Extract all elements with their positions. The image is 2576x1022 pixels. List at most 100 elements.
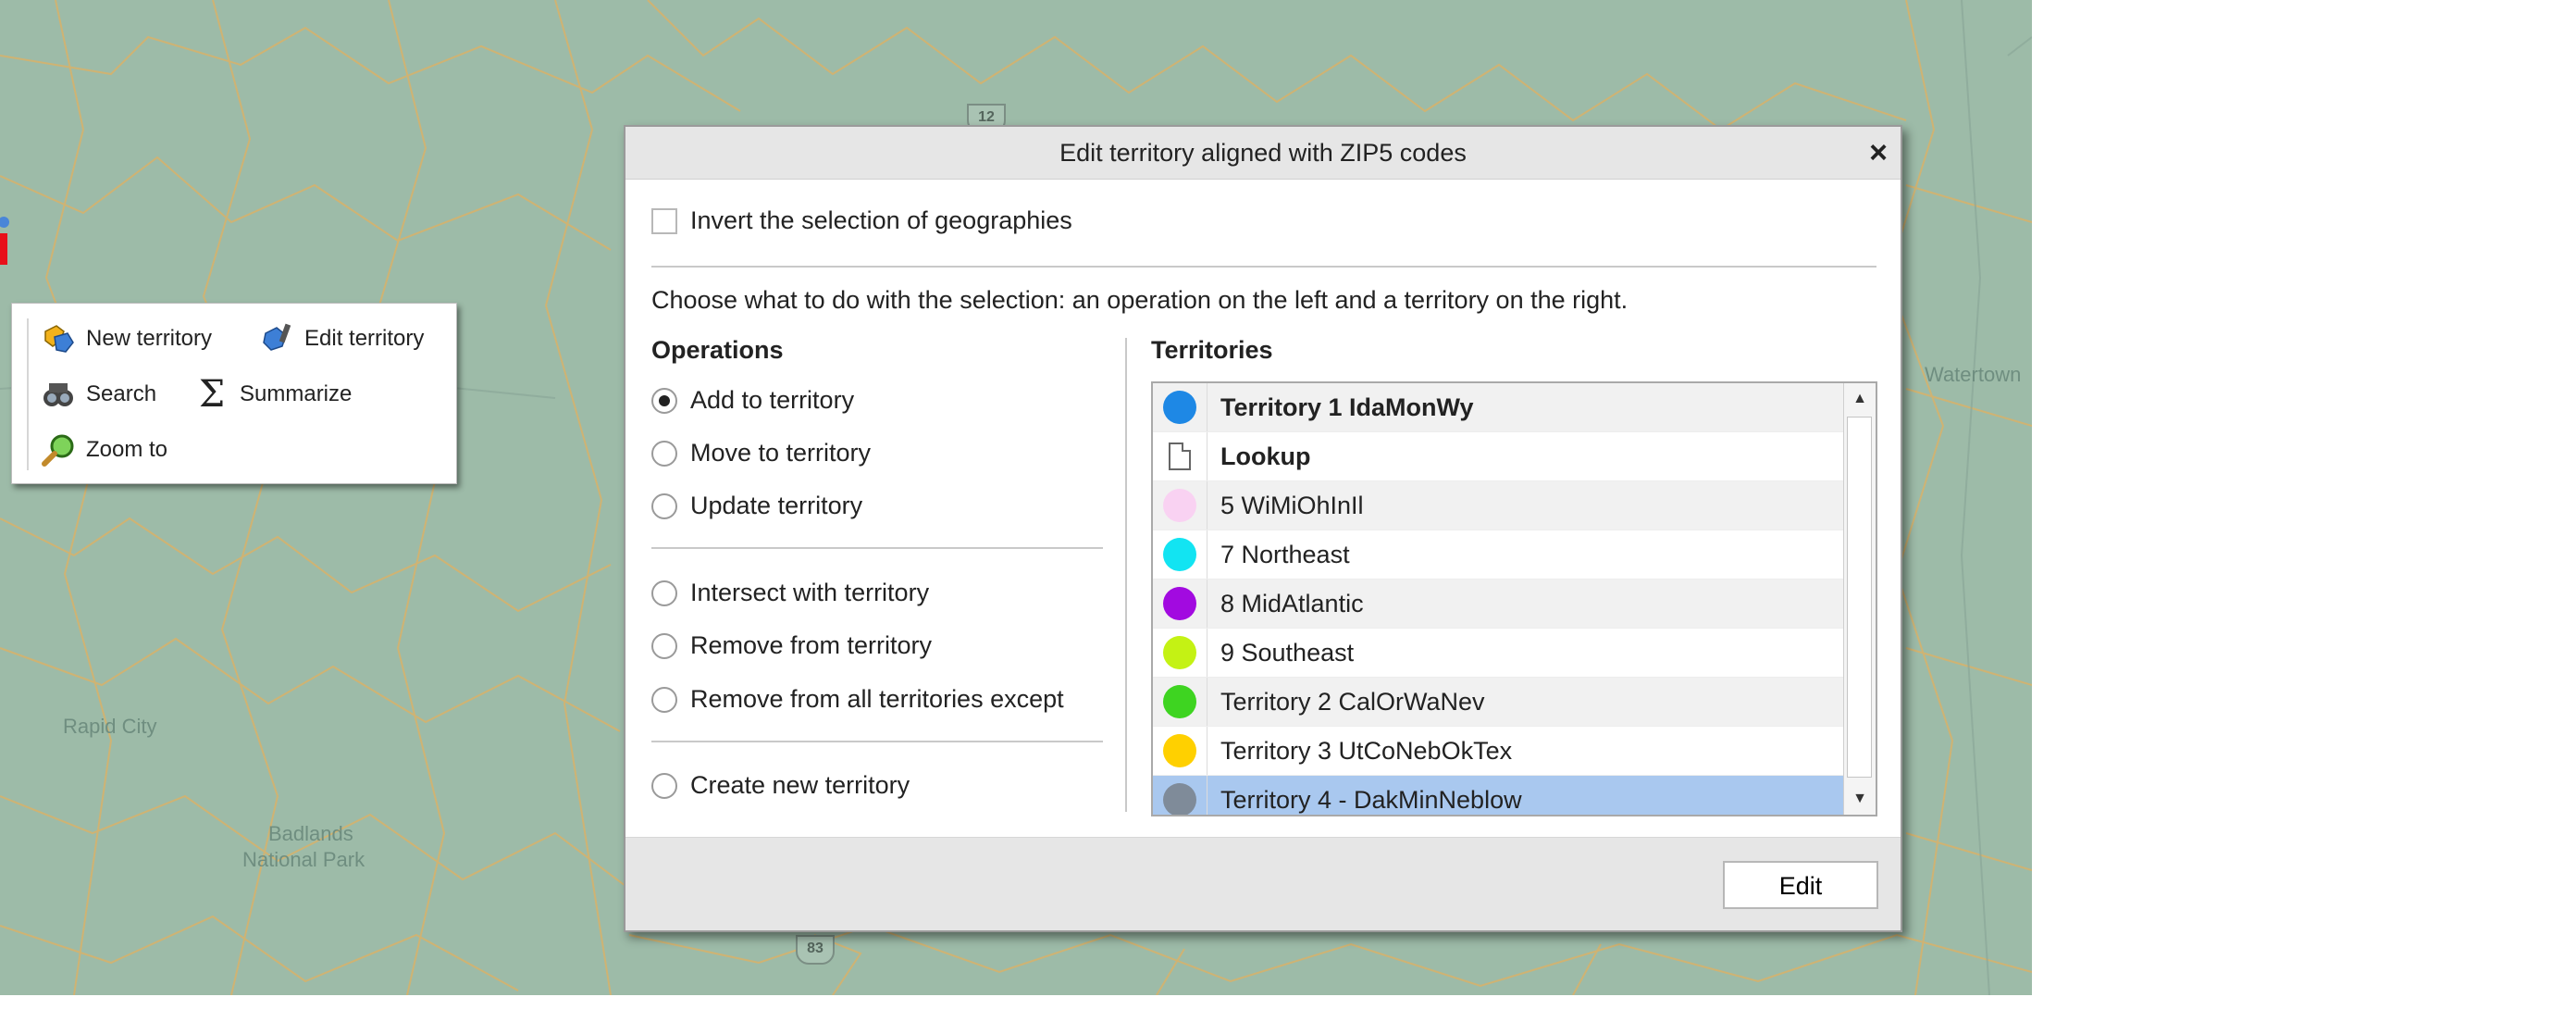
- edit-territory-icon: [263, 323, 291, 351]
- territory-swatch-cell: [1153, 432, 1208, 480]
- territory-name: Territory 4 - DakMinNeblow: [1220, 785, 1522, 814]
- radio-button[interactable]: [651, 440, 677, 467]
- scroll-up-icon[interactable]: ▲: [1844, 383, 1876, 415]
- territory-swatch-cell: [1153, 530, 1208, 579]
- territory-name: 8 MidAtlantic: [1220, 589, 1364, 617]
- radio-label: Intersect with territory: [690, 579, 930, 606]
- map-label-national-park: National Park: [242, 848, 365, 871]
- map-label-watertown: Watertown: [1925, 363, 2022, 386]
- territory-name: Territory 1 IdaMonWy: [1220, 393, 1474, 421]
- territory-swatch-cell: [1153, 727, 1208, 775]
- column-separator: [1125, 338, 1127, 812]
- edit-territory-dialog: Edit territory aligned with ZIP5 codes ×…: [624, 125, 1902, 932]
- invert-selection-label[interactable]: Invert the selection of geographies: [690, 206, 1072, 235]
- territory-color-swatch: [1163, 587, 1196, 620]
- territory-color-swatch: [1163, 636, 1196, 669]
- instructions-text: Choose what to do with the selection: an…: [651, 286, 1629, 314]
- magnifier-icon: [42, 434, 74, 467]
- territory-name: Territory 3 UtCoNebOkTex: [1220, 736, 1513, 765]
- search-button[interactable]: Search: [40, 376, 156, 413]
- close-icon[interactable]: ×: [1869, 127, 1888, 179]
- radio-label: Move to territory: [690, 439, 872, 467]
- divider: [651, 266, 1876, 268]
- radio-button[interactable]: [651, 686, 677, 713]
- edit-territory-label: Edit territory: [304, 326, 425, 351]
- territories-list-body: Territory 1 IdaMonWy Lookup 5 WiMiOhInIl 7 …: [1153, 383, 1847, 815]
- radio-label: Create new territory: [690, 771, 910, 799]
- summarize-label: Summarize: [240, 381, 353, 406]
- scroll-down-icon[interactable]: ▼: [1844, 783, 1876, 815]
- radio-label: Remove from all territories except: [690, 685, 1064, 713]
- sigma-icon: Σ: [198, 373, 226, 416]
- map-label-badlands: Badlands: [268, 822, 353, 845]
- territory-row[interactable]: 7 Northeast: [1153, 530, 1847, 580]
- map-label-rapid-city: Rapid City: [63, 715, 157, 738]
- territory-swatch-cell: [1153, 481, 1208, 530]
- territory-color-swatch: [1163, 538, 1196, 571]
- radio-label: Update territory: [690, 492, 863, 519]
- territory-swatch-cell: [1153, 383, 1208, 431]
- territory-name: Lookup: [1220, 442, 1311, 470]
- divider: [651, 547, 1103, 549]
- territory-row[interactable]: Territory 1 IdaMonWy: [1153, 383, 1847, 432]
- territory-swatch-cell: [1153, 776, 1208, 815]
- territory-color-swatch: [1163, 783, 1196, 815]
- map-toolbar: New territory Edit territory Search Σ Su…: [11, 303, 457, 484]
- radio-button[interactable]: [651, 492, 677, 519]
- territory-row[interactable]: Territory 3 UtCoNebOkTex: [1153, 727, 1847, 776]
- search-label: Search: [86, 381, 157, 406]
- divider: [651, 741, 1103, 742]
- radio-remove-from-all-except[interactable]: Remove from all territories except: [651, 685, 1064, 714]
- territory-row[interactable]: Territory 4 - DakMinNeblow: [1153, 776, 1847, 815]
- territory-row[interactable]: 8 MidAtlantic: [1153, 580, 1847, 629]
- territory-swatch-cell: [1153, 580, 1208, 628]
- territory-swatch-cell: [1153, 678, 1208, 726]
- dialog-title: Edit territory aligned with ZIP5 codes: [1059, 139, 1467, 167]
- territories-title: Territories: [1151, 336, 1273, 364]
- document-icon: [1169, 442, 1191, 470]
- radio-remove-from-territory[interactable]: Remove from territory: [651, 631, 932, 660]
- operations-title: Operations: [651, 336, 784, 364]
- zoom-to-button[interactable]: Zoom to: [40, 431, 167, 468]
- radio-create-new-territory[interactable]: Create new territory: [651, 771, 910, 800]
- dialog-titlebar[interactable]: Edit territory aligned with ZIP5 codes ×: [625, 127, 1901, 180]
- dialog-footer: Edit: [625, 837, 1901, 930]
- radio-button[interactable]: [651, 632, 677, 659]
- radio-move-to-territory[interactable]: Move to territory: [651, 439, 871, 467]
- zoom-to-label: Zoom to: [86, 437, 168, 462]
- territory-row[interactable]: 9 Southeast: [1153, 629, 1847, 678]
- binoculars-icon: [43, 383, 73, 406]
- new-territory-label: New territory: [86, 326, 213, 351]
- territory-color-swatch: [1163, 685, 1196, 718]
- radio-label: Remove from territory: [690, 631, 933, 659]
- territory-name: 7 Northeast: [1220, 540, 1350, 568]
- edit-territory-button[interactable]: Edit territory: [258, 320, 424, 357]
- highway-shield: 83: [796, 935, 835, 965]
- toolbar-grip[interactable]: [27, 318, 32, 470]
- territory-color-swatch: [1163, 734, 1196, 767]
- radio-button[interactable]: [651, 580, 677, 606]
- territory-name: 9 Southeast: [1220, 638, 1355, 667]
- scrollbar-thumb[interactable]: [1847, 417, 1872, 778]
- territory-row[interactable]: Territory 2 CalOrWaNev: [1153, 678, 1847, 727]
- radio-button-selected[interactable]: [651, 387, 677, 414]
- invert-selection-checkbox[interactable]: [651, 208, 677, 234]
- edit-button[interactable]: Edit: [1723, 861, 1878, 909]
- territories-list[interactable]: Territory 1 IdaMonWy Lookup 5 WiMiOhInIl 7 …: [1151, 381, 1877, 816]
- new-territory-icon: [44, 325, 74, 353]
- territory-name: 5 WiMiOhInIl: [1220, 491, 1364, 519]
- territory-row[interactable]: 5 WiMiOhInIl: [1153, 481, 1847, 530]
- radio-add-to-territory[interactable]: Add to territory: [651, 386, 854, 415]
- territory-row[interactable]: Lookup: [1153, 432, 1847, 481]
- summarize-button[interactable]: Σ Summarize: [193, 373, 353, 416]
- territory-color-swatch: [1163, 489, 1196, 522]
- radio-label: Add to territory: [690, 386, 855, 414]
- territory-name: Territory 2 CalOrWaNev: [1220, 687, 1485, 716]
- territory-color-swatch: [1163, 391, 1196, 424]
- radio-intersect-with-territory[interactable]: Intersect with territory: [651, 579, 929, 607]
- scrollbar[interactable]: ▲ ▼: [1843, 383, 1876, 815]
- radio-button[interactable]: [651, 772, 677, 799]
- radio-update-territory[interactable]: Update territory: [651, 492, 862, 520]
- territory-swatch-cell: [1153, 629, 1208, 677]
- new-territory-button[interactable]: New territory: [40, 320, 212, 357]
